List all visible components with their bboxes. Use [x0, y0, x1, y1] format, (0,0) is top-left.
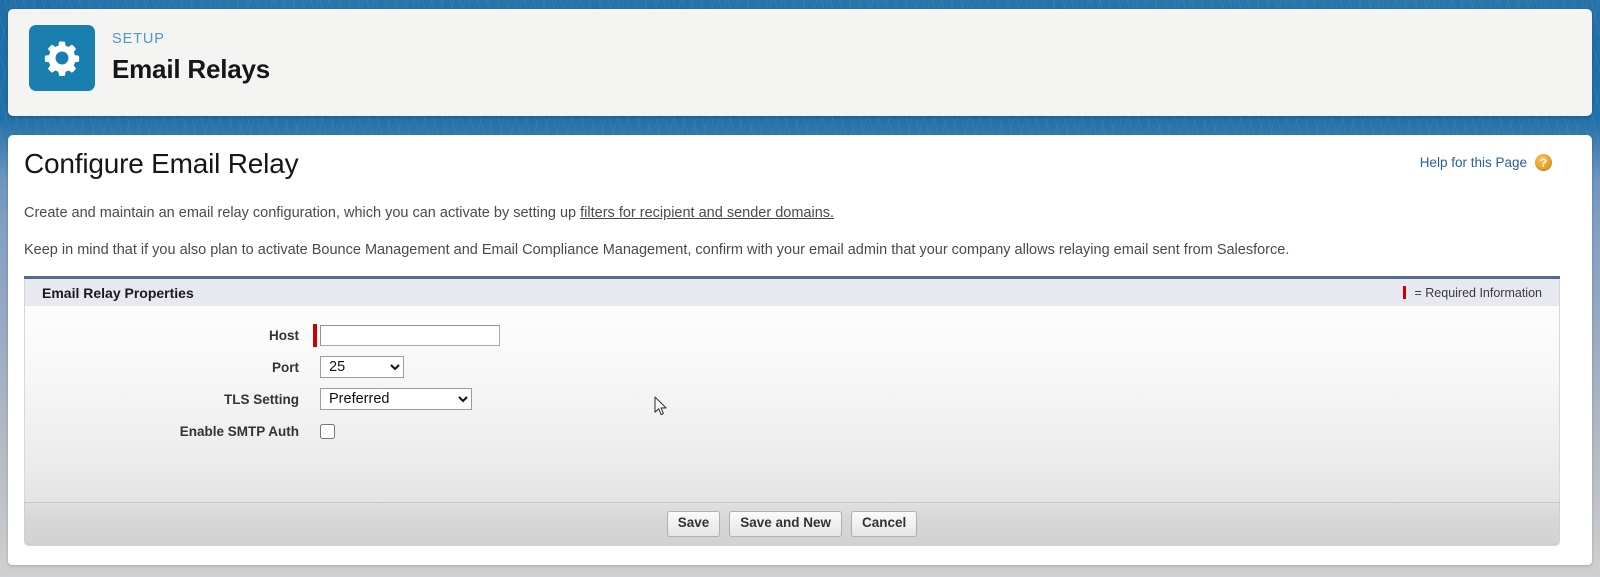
intro-paragraph-1: Create and maintain an email relay confi… — [24, 204, 834, 223]
required-information-legend: = Required Information — [1403, 286, 1542, 300]
field-row-port: Port 25587465 — [25, 352, 1559, 382]
help-question-icon[interactable]: ? — [1535, 154, 1552, 171]
setup-page-title: Email Relays — [112, 54, 271, 85]
help-for-this-page-link[interactable]: Help for this Page — [1420, 155, 1527, 170]
setup-header-card: SETUP Email Relays — [8, 9, 1592, 116]
domain-filters-link[interactable]: filters for recipient and sender domains… — [580, 205, 834, 221]
port-select[interactable]: 25587465 — [320, 356, 404, 378]
cancel-button[interactable]: Cancel — [851, 511, 918, 537]
panel-body: Host Port 25587465 TLS Setting Preferred… — [24, 306, 1560, 502]
intro-paragraph-1-text: Create and maintain an email relay confi… — [24, 205, 581, 221]
panel-header: Email Relay Properties = Required Inform… — [24, 279, 1560, 306]
field-row-tls-setting: TLS Setting PreferredPreferred VerifyReq… — [25, 384, 1559, 414]
page-heading: Configure Email Relay — [24, 148, 299, 179]
host-input[interactable] — [320, 324, 500, 346]
enable-smtp-auth-checkbox[interactable] — [320, 423, 335, 439]
tls-setting-label: TLS Setting — [224, 391, 299, 407]
enable-smtp-auth-label: Enable SMTP Auth — [179, 423, 299, 439]
field-row-enable-smtp-auth: Enable SMTP Auth — [25, 416, 1559, 446]
setup-eyebrow-label: SETUP — [112, 31, 165, 48]
host-label: Host — [269, 327, 299, 343]
help-for-this-page[interactable]: Help for this Page ? — [1420, 154, 1552, 171]
panel-title: Email Relay Properties — [42, 284, 194, 301]
panel-footer-actions: Save Save and New Cancel — [24, 502, 1560, 546]
required-legend-label: = Required Information — [1414, 285, 1542, 300]
tls-setting-select[interactable]: PreferredPreferred VerifyRequiredRequire… — [320, 388, 472, 410]
intro-paragraph-2: Keep in mind that if you also plan to ac… — [24, 242, 1290, 258]
required-marker-icon — [1403, 286, 1407, 299]
port-label: Port — [272, 359, 299, 375]
field-row-host: Host — [25, 320, 1559, 350]
host-required-marker-icon — [313, 323, 317, 347]
save-and-new-button[interactable]: Save and New — [729, 511, 843, 537]
save-button[interactable]: Save — [666, 511, 721, 537]
email-relay-properties-panel: Email Relay Properties = Required Inform… — [24, 276, 1560, 546]
gear-icon — [29, 25, 95, 91]
